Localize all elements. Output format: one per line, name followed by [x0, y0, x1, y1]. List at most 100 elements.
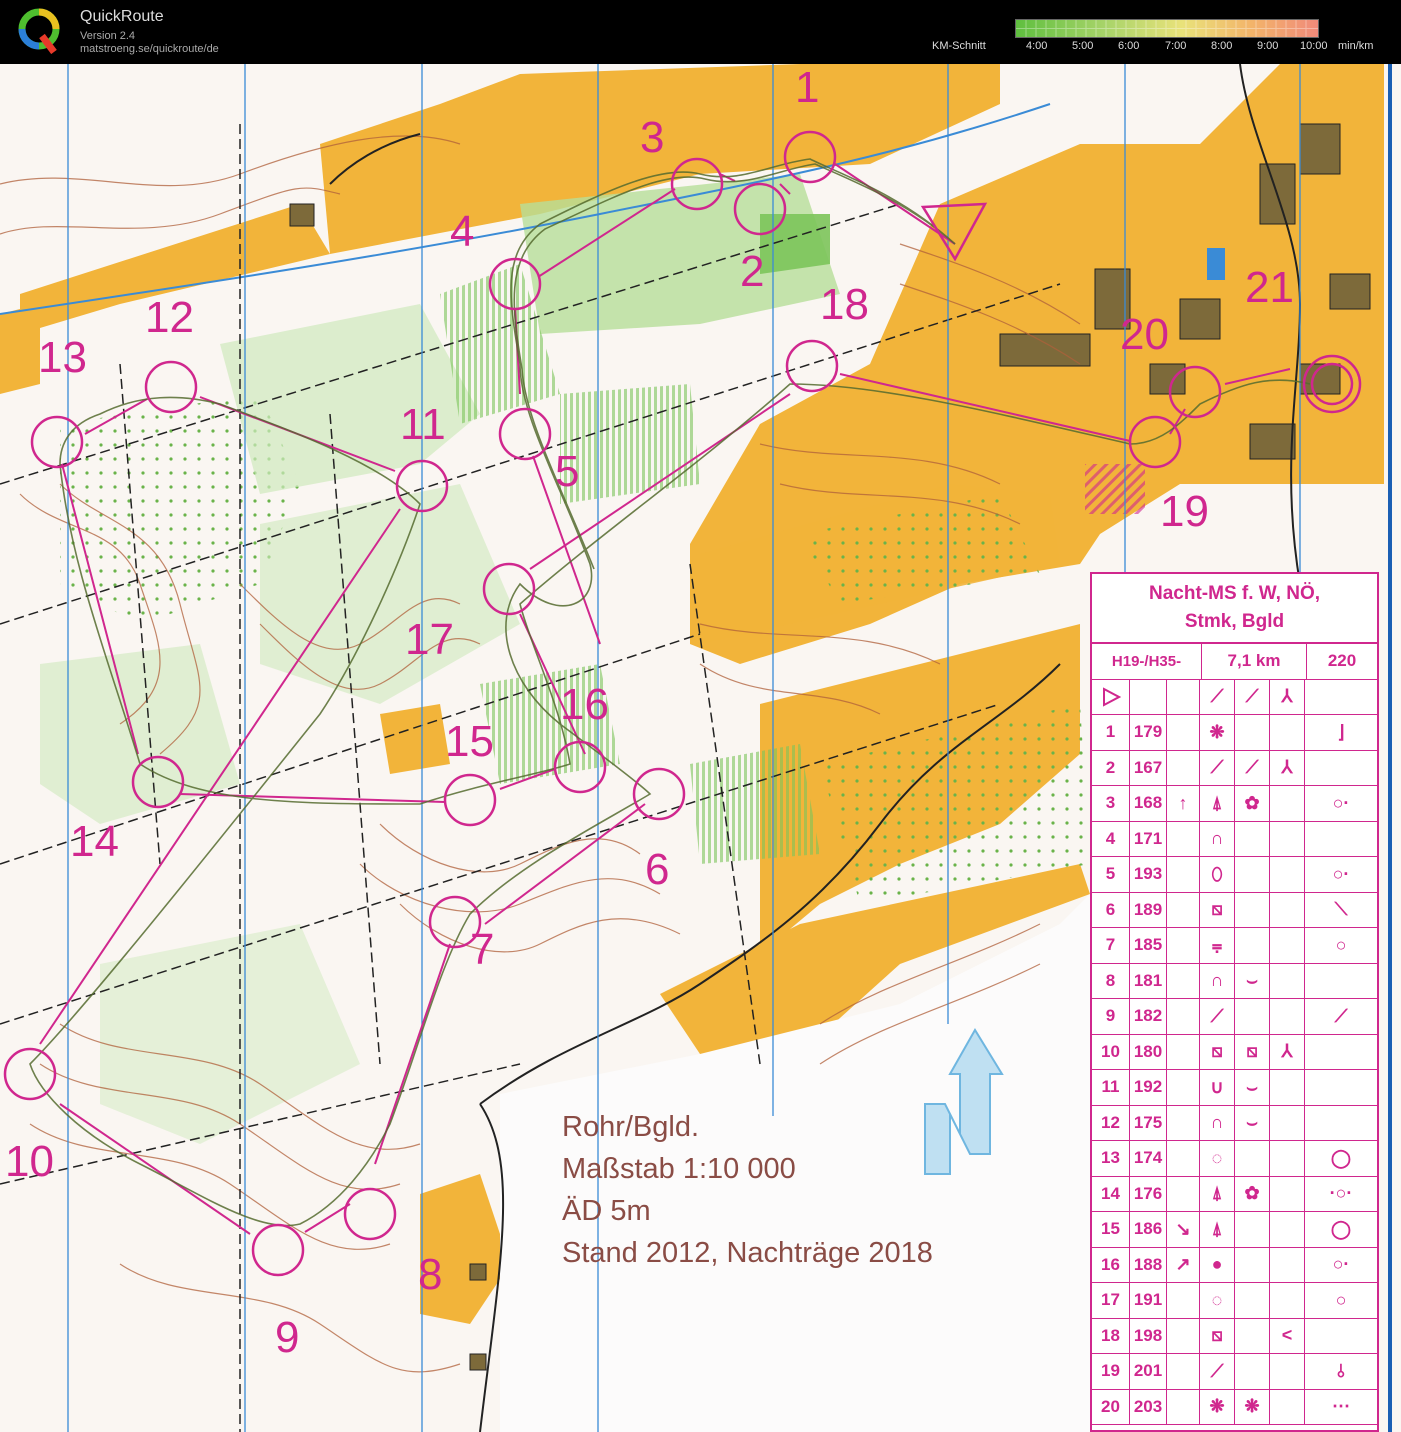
pace-unit: min/km: [1338, 40, 1374, 52]
course-length: 7,1 km: [1202, 644, 1307, 679]
control-seq-number: 14: [1092, 1176, 1130, 1211]
appearance-symbol: [1235, 1354, 1270, 1389]
control-number: 6: [645, 845, 669, 894]
location-symbol: ○·: [1332, 863, 1350, 884]
location-symbol: ○: [1335, 934, 1347, 955]
detail-symbol: [1270, 715, 1305, 750]
control-number: 2: [740, 247, 764, 296]
location-symbol: ◯: [1330, 1147, 1352, 1168]
detail-symbol: [1270, 928, 1305, 963]
pace-legend-bar: [1015, 19, 1319, 38]
which-feature-symbol: [1167, 1389, 1200, 1424]
location-symbol: ·○·: [1329, 1183, 1353, 1204]
control-seq-number: 10: [1092, 1034, 1130, 1069]
appearance-symbol: ⌣: [1235, 1105, 1270, 1140]
pace-tick: 6:00: [1118, 40, 1140, 52]
control-seq-number: 8: [1092, 963, 1130, 998]
control-code: 201: [1130, 1354, 1167, 1389]
pace-tick: 10:00: [1300, 40, 1328, 52]
which-feature-symbol: [1167, 1318, 1200, 1353]
feature-symbol: ∩: [1200, 1105, 1235, 1140]
control-code: 189: [1130, 892, 1167, 927]
which-feature-symbol: [1167, 1283, 1200, 1318]
which-feature-symbol: ↘: [1167, 1212, 1200, 1247]
control-description-row: 14 176 ⍋ ✿ ·○·: [1092, 1176, 1377, 1212]
control-code: 193: [1130, 857, 1167, 892]
pace-legend-ticks: 4:00 5:00 6:00 7:00 8:00 9:00 10:00 min/…: [1015, 40, 1395, 54]
appearance-symbol: ⌣: [1235, 963, 1270, 998]
control-seq-number: 12: [1092, 1105, 1130, 1140]
location-symbol: [1305, 751, 1377, 786]
detail-symbol: [1270, 1212, 1305, 1247]
control-description-row: 13 174 ◌ ◯: [1092, 1141, 1377, 1177]
location-symbol: ⟋: [1334, 1005, 1348, 1026]
location-symbol: ⟍: [1334, 899, 1348, 920]
location-symbol: [1305, 1035, 1377, 1070]
appearance-symbol: ⟋: [1235, 750, 1270, 785]
control-description-row: 9 182 ⟋ ⟋: [1092, 999, 1377, 1035]
control-number: 5: [555, 447, 579, 496]
event-title-line-1: Nacht-MS f. W, NÖ,: [1149, 583, 1320, 604]
path-symbol-icon: ⟋: [1200, 679, 1235, 714]
control-code: 203: [1130, 1389, 1167, 1424]
control-seq-number: 20: [1092, 1389, 1130, 1424]
feature-symbol: ⧅: [1200, 1318, 1235, 1353]
course-classes: H19-/H35-: [1092, 644, 1202, 679]
control-seq-number: 4: [1092, 821, 1130, 856]
detail-symbol: [1270, 1070, 1305, 1105]
control-code: 180: [1130, 1034, 1167, 1069]
control-seq-number: 13: [1092, 1141, 1130, 1176]
appearance-symbol: ✿: [1235, 1176, 1270, 1211]
quickroute-q-logo: [18, 8, 60, 54]
which-feature-symbol: [1167, 892, 1200, 927]
detail-symbol: ⅄: [1270, 750, 1305, 785]
feature-symbol: ∩: [1200, 963, 1235, 998]
app-url[interactable]: matstroeng.se/quickroute/de: [80, 43, 219, 55]
location-symbol: ⋯: [1332, 1396, 1350, 1417]
feature-symbol: ⬯: [1200, 857, 1235, 892]
control-code: 174: [1130, 1141, 1167, 1176]
control-number: 14: [70, 817, 119, 866]
control-seq-number: 3: [1092, 786, 1130, 821]
control-seq-number: 15: [1092, 1212, 1130, 1247]
feature-symbol: ∩: [1200, 821, 1235, 856]
feature-symbol: ❋: [1200, 1389, 1235, 1424]
control-description-row: 5 193 ⬯ ○·: [1092, 857, 1377, 893]
pace-tick: 8:00: [1211, 40, 1233, 52]
which-feature-symbol: [1167, 1354, 1200, 1389]
control-code: 185: [1130, 928, 1167, 963]
app-title: QuickRoute: [80, 8, 164, 25]
event-title: Nacht-MS f. W, NÖ, Stmk, Bgld: [1092, 574, 1377, 644]
location-symbol: ⌋: [1337, 721, 1345, 742]
control-number: 21: [1245, 263, 1294, 312]
feature-symbol: ⟋: [1200, 999, 1235, 1034]
appearance-symbol: ⌣: [1235, 1070, 1270, 1105]
feature-symbol: ⟋: [1200, 750, 1235, 785]
control-description-row: 4 171 ∩: [1092, 821, 1377, 857]
appearance-symbol: [1235, 1318, 1270, 1353]
control-number: 15: [445, 717, 494, 766]
which-feature-symbol: ↗: [1167, 1247, 1200, 1282]
detail-symbol: [1270, 1105, 1305, 1140]
control-description-row: 10 180 ⧅ ⧅ ⅄: [1092, 1034, 1377, 1070]
appearance-symbol: [1235, 892, 1270, 927]
which-feature-symbol: [1167, 999, 1200, 1034]
control-code: 168: [1130, 786, 1167, 821]
pool: [1207, 248, 1225, 280]
control-seq-number: 19: [1092, 1354, 1130, 1389]
detail-symbol: <: [1270, 1318, 1305, 1353]
control-number: 13: [38, 333, 87, 382]
feature-symbol: ❋: [1200, 715, 1235, 750]
restricted-area: [1085, 464, 1145, 514]
start-row: ⟋ ⟋ ⅄: [1092, 679, 1377, 715]
feature-symbol: ⧅: [1200, 1034, 1235, 1069]
control-number: 20: [1120, 310, 1169, 359]
control-code: 188: [1130, 1247, 1167, 1282]
appearance-symbol: [1235, 715, 1270, 750]
control-number: 1: [795, 64, 819, 112]
pace-tick: 4:00: [1026, 40, 1048, 52]
control-seq-number: 6: [1092, 892, 1130, 927]
control-number: 9: [275, 1313, 299, 1362]
location-symbol: ⫰: [1337, 1360, 1345, 1381]
control-description-sheet: Nacht-MS f. W, NÖ, Stmk, Bgld H19-/H35- …: [1090, 572, 1379, 1432]
